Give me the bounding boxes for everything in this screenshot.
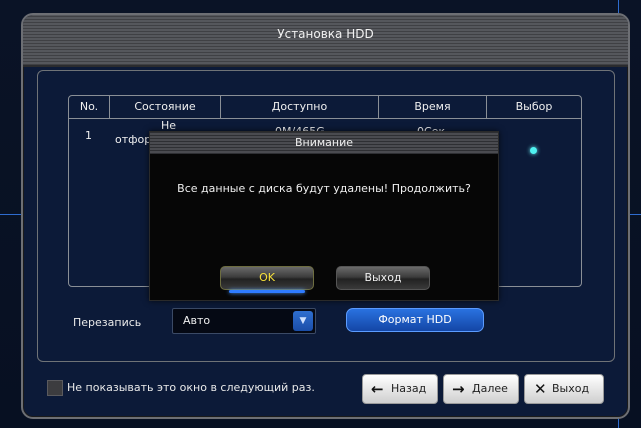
exit-label: Выход: [552, 382, 590, 395]
overwrite-value: Авто: [183, 314, 211, 327]
close-icon: ✕: [534, 380, 547, 398]
ok-button[interactable]: OK: [220, 266, 314, 293]
header-no: No.: [69, 96, 110, 118]
header-time: Время: [379, 96, 487, 118]
format-hdd-button[interactable]: Формат HDD: [346, 308, 484, 332]
dialog-message: Все данные с диска будут удалены! Продол…: [177, 182, 471, 195]
row-status-line2: отфор: [115, 133, 152, 146]
window-titlebar: Установка HDD: [23, 15, 628, 67]
dont-show-label: Не показывать это окно в следующий раз.: [67, 381, 315, 394]
dialog-exit-button[interactable]: Выход: [336, 266, 430, 290]
row-no: 1: [85, 129, 92, 142]
arrow-right-icon: →: [452, 380, 465, 398]
header-select: Выбор: [515, 100, 553, 113]
back-button[interactable]: ← Назад: [362, 374, 438, 404]
overwrite-label: Перезапись: [73, 316, 142, 329]
window-title: Установка HDD: [277, 27, 374, 41]
dont-show-checkbox[interactable]: [47, 380, 63, 396]
next-button[interactable]: → Далее: [443, 374, 519, 404]
dialog-title: Внимание: [150, 132, 498, 154]
screen: Установка HDD No. Состояние Доступно Вре…: [0, 0, 641, 428]
table-header: No. Состояние Доступно Время Выбор: [69, 96, 581, 119]
row-select-indicator[interactable]: [530, 147, 537, 154]
overwrite-dropdown[interactable]: Авто ▼: [172, 308, 316, 334]
back-label: Назад: [391, 382, 427, 395]
bottom-bar: Не показывать это окно в следующий раз. …: [37, 370, 613, 408]
header-status: Состояние: [110, 96, 221, 118]
exit-button[interactable]: ✕ Выход: [524, 374, 604, 404]
chevron-down-icon[interactable]: ▼: [293, 311, 313, 331]
warning-dialog: Внимание Все данные с диска будут удален…: [149, 131, 499, 301]
header-available: Доступно: [221, 96, 379, 118]
arrow-left-icon: ←: [371, 380, 384, 398]
next-label: Далее: [472, 382, 508, 395]
